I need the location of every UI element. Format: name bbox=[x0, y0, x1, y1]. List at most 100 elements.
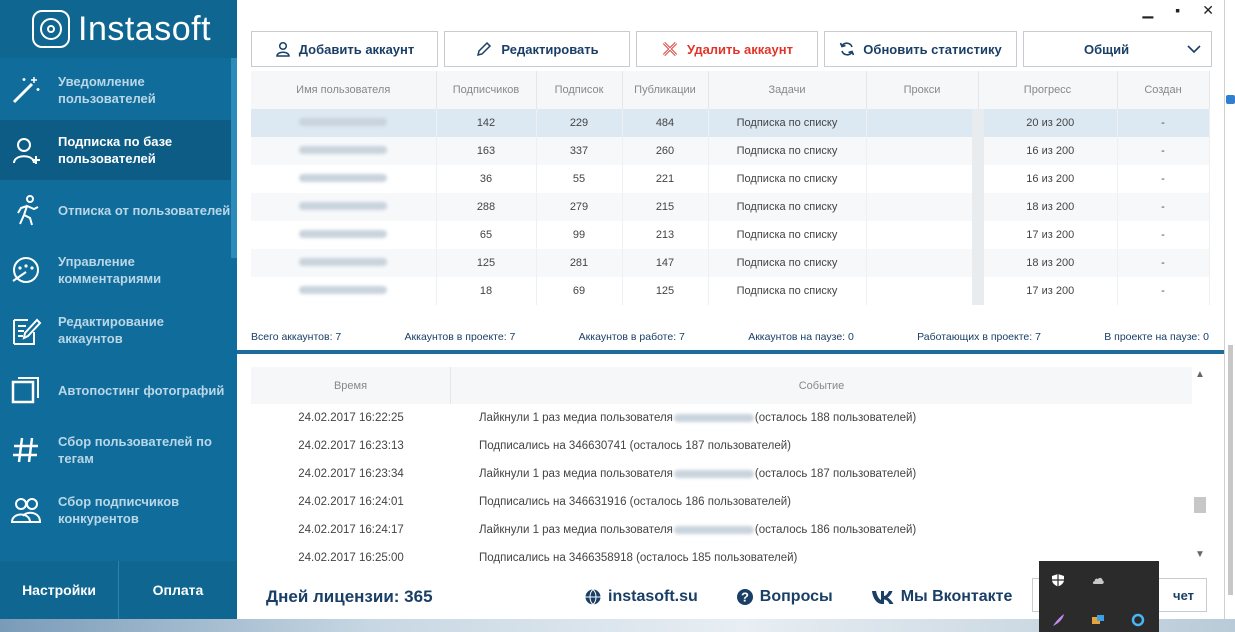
add-account-button[interactable]: Добавить аккаунт bbox=[251, 31, 438, 67]
edit-label: Редактировать bbox=[501, 41, 599, 57]
table-row[interactable]: 163 337 260 Подписка по списку 16 из 200- bbox=[251, 137, 1210, 165]
sidebar-item[interactable]: Сбор подписчиков конкурентов bbox=[0, 480, 231, 540]
sidebar-item[interactable]: Редактирование аккаунтов bbox=[0, 300, 231, 360]
project-filter-value: Общий bbox=[1084, 41, 1130, 57]
table-row[interactable]: 36 55 221 Подписка по списку 16 из 200- bbox=[251, 165, 1210, 193]
posts-cell: 125 bbox=[622, 277, 709, 305]
sidebar-item[interactable]: Сбор пользователей по тегам bbox=[0, 420, 231, 480]
onedrive-cloud-icon[interactable] bbox=[1091, 573, 1105, 587]
column-header[interactable]: Имя пользователя bbox=[251, 71, 437, 109]
task-cell: Подписка по списку bbox=[708, 249, 867, 277]
table-row[interactable]: 18 69 125 Подписка по списку 17 из 200- bbox=[251, 277, 1210, 305]
log-row: 24.02.2017 16:24:17 Лайкнули 1 раз медиа … bbox=[251, 516, 1192, 544]
task-cell: Подписка по списку bbox=[708, 109, 867, 137]
main-panel: ▁ ▪ ✕ Добавить аккаунт Редактировать Уда… bbox=[237, 0, 1224, 619]
sidebar-item[interactable]: Управление комментариями bbox=[0, 240, 231, 300]
close-icon[interactable]: ✕ bbox=[1202, 2, 1214, 19]
defender-shield-icon[interactable] bbox=[1051, 573, 1065, 587]
minimize-icon[interactable]: ▁ bbox=[1143, 2, 1154, 19]
masked-username bbox=[299, 118, 388, 126]
username-cell bbox=[251, 193, 437, 221]
site-link[interactable]: instasoft.su bbox=[584, 588, 698, 606]
scroll-thumb[interactable] bbox=[1194, 497, 1206, 513]
background-scrollbar bbox=[1228, 345, 1233, 595]
network-app-icon[interactable] bbox=[1091, 613, 1105, 627]
vk-icon bbox=[871, 591, 894, 604]
table-row[interactable]: 142 229 484 Подписка по списку 20 из 200- bbox=[251, 109, 1210, 137]
proxy-cell bbox=[866, 221, 979, 249]
created-cell: - bbox=[1117, 165, 1210, 193]
task-cell: Подписка по списку bbox=[708, 221, 867, 249]
proxy-cell bbox=[866, 277, 979, 305]
followers-cell: 36 bbox=[436, 165, 537, 193]
info-icon bbox=[1226, 95, 1235, 104]
proxy-cell bbox=[866, 193, 979, 221]
delete-account-button[interactable]: Удалить аккаунт bbox=[636, 31, 818, 67]
progress-cell: 18 из 200 bbox=[972, 193, 1118, 221]
following-cell: 279 bbox=[536, 193, 623, 221]
table-row[interactable]: 288 279 215 Подписка по списку 18 из 200- bbox=[251, 193, 1210, 221]
column-header[interactable]: Подписок bbox=[536, 71, 623, 109]
photo-stack-icon bbox=[8, 372, 44, 408]
log-row: 24.02.2017 16:23:13 Подписались на 346630… bbox=[251, 432, 1192, 460]
scroll-down-icon[interactable]: ▼ bbox=[1195, 549, 1205, 560]
sidebar-item-label: Сбор подписчиков конкурентов bbox=[58, 494, 180, 526]
sidebar-item-label: Автопостинг фотографий bbox=[58, 382, 225, 398]
column-header[interactable]: Задачи bbox=[708, 71, 867, 109]
panel-splitter[interactable] bbox=[237, 350, 1224, 354]
refresh-stats-label: Обновить статистику bbox=[863, 41, 1002, 57]
logo-text: Instasoft bbox=[78, 9, 212, 48]
created-cell: - bbox=[1117, 137, 1210, 165]
progress-cell: 17 из 200 bbox=[972, 221, 1118, 249]
followers-cell: 65 bbox=[436, 221, 537, 249]
created-cell: - bbox=[1117, 193, 1210, 221]
chevron-down-icon bbox=[1187, 45, 1201, 54]
scroll-up-icon[interactable]: ▲ bbox=[1195, 369, 1205, 380]
payment-button[interactable]: Оплата bbox=[118, 561, 237, 619]
log-col-time: Время bbox=[251, 367, 451, 404]
cortana-ring-icon[interactable] bbox=[1131, 613, 1145, 627]
sidebar-item[interactable]: Автопостинг фотографий bbox=[0, 360, 231, 420]
masked-username bbox=[673, 469, 754, 478]
log-event-suffix: (осталось 186 пользователей) bbox=[754, 524, 917, 536]
column-header[interactable]: Подписчиков bbox=[436, 71, 537, 109]
sidebar: Instasoft Уведомление пользователей Подпи… bbox=[0, 0, 237, 619]
log-row: 24.02.2017 16:23:34 Лайкнули 1 раз медиа … bbox=[251, 460, 1192, 488]
refresh-stats-button[interactable]: Обновить статистику bbox=[824, 31, 1017, 67]
followers-cell: 142 bbox=[436, 109, 537, 137]
maximize-icon[interactable]: ▪ bbox=[1175, 2, 1180, 19]
instagram-logo-icon bbox=[32, 10, 70, 48]
settings-button[interactable]: Настройки bbox=[0, 561, 118, 619]
accounts-in-work: Аккаунтов в работе: 7 bbox=[578, 331, 685, 343]
sidebar-item-label: Управление комментариями bbox=[58, 254, 162, 286]
edit-button[interactable]: Редактировать bbox=[444, 31, 630, 67]
vk-link[interactable]: Мы Вконтакте bbox=[871, 588, 1013, 606]
system-tray-popup bbox=[1039, 561, 1159, 632]
event-log-scrollbar[interactable]: ▲ ▼ bbox=[1192, 367, 1209, 567]
created-cell: - bbox=[1117, 249, 1210, 277]
feather-app-icon[interactable] bbox=[1051, 613, 1065, 627]
sidebar-item[interactable]: Уведомление пользователей bbox=[0, 60, 231, 120]
table-row[interactable]: 125 281 147 Подписка по списку 18 из 200- bbox=[251, 249, 1210, 277]
log-time: 24.02.2017 16:22:25 bbox=[298, 412, 404, 424]
created-cell: - bbox=[1117, 277, 1210, 305]
sidebar-item[interactable]: Отписка от пользователей bbox=[0, 180, 231, 240]
sidebar-item-label: Отписка от пользователей bbox=[58, 202, 231, 218]
project-filter-select[interactable]: Общий bbox=[1023, 31, 1212, 67]
proxy-cell bbox=[866, 165, 979, 193]
comments-icon bbox=[8, 252, 44, 288]
sidebar-item[interactable]: Подписка по базе пользователей bbox=[0, 120, 231, 180]
sidebar-item-label: Редактирование аккаунтов bbox=[58, 314, 164, 346]
column-header[interactable]: Создан bbox=[1117, 71, 1210, 109]
column-header[interactable]: Публикации bbox=[622, 71, 709, 109]
sidebar-item-label: Сбор пользователей по тегам bbox=[58, 434, 212, 466]
vk-link-label: Мы Вконтакте bbox=[900, 588, 1013, 605]
user-add-icon bbox=[8, 132, 44, 168]
log-event-suffix: (осталось 188 пользователей) bbox=[754, 412, 917, 424]
column-header[interactable]: Прокси bbox=[866, 71, 979, 109]
table-row[interactable]: 65 99 213 Подписка по списку 17 из 200- bbox=[251, 221, 1210, 249]
column-header[interactable]: Прогресс bbox=[978, 71, 1118, 109]
log-time: 24.02.2017 16:23:13 bbox=[298, 440, 404, 452]
working-in-project: Работающих в проекте: 7 bbox=[917, 331, 1041, 343]
faq-link[interactable]: ? Вопросы bbox=[736, 588, 833, 606]
